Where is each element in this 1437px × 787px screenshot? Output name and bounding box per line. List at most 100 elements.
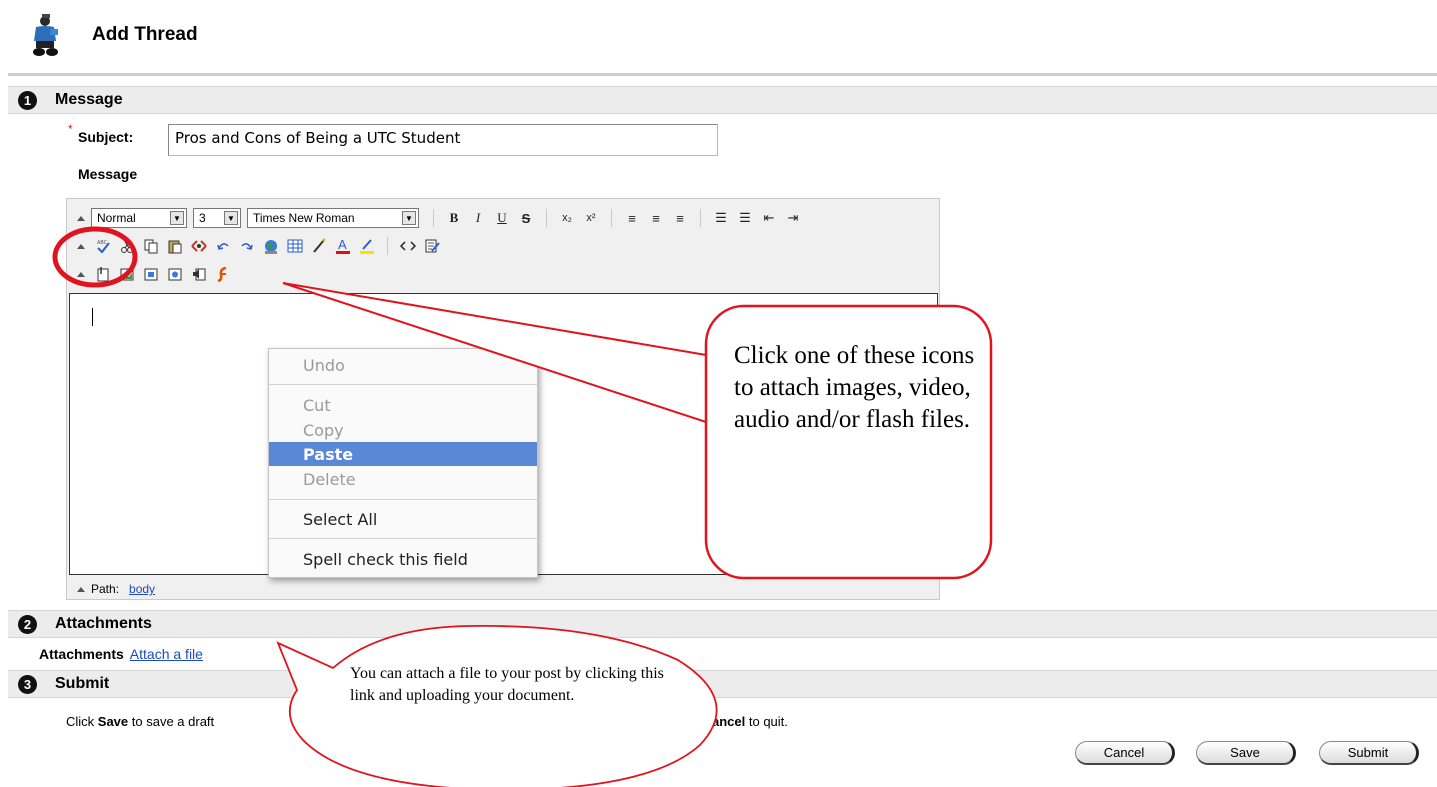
- edit-icon[interactable]: [422, 236, 442, 256]
- toolbar-divider: [387, 237, 388, 255]
- menu-item-paste[interactable]: Paste: [269, 442, 537, 466]
- copy-icon[interactable]: [141, 236, 161, 256]
- collapse-statusbar-icon[interactable]: [77, 586, 85, 592]
- menu-separator: [269, 499, 537, 500]
- menu-separator: [269, 538, 537, 539]
- flash-icon[interactable]: [213, 264, 233, 284]
- code-icon[interactable]: [398, 236, 418, 256]
- pen-icon[interactable]: [309, 236, 329, 256]
- page-header: Add Thread: [30, 10, 198, 60]
- ordered-list-button[interactable]: ☰: [711, 208, 731, 228]
- format-select[interactable]: Normal ▼: [91, 208, 187, 228]
- subscript-button[interactable]: x₂: [557, 208, 577, 228]
- section-title-message: Message: [55, 91, 123, 108]
- media-icon[interactable]: [141, 264, 161, 284]
- section-message: 1 Message: [8, 86, 1437, 114]
- menu-item-delete[interactable]: Delete: [269, 467, 537, 491]
- header-divider: [8, 73, 1437, 76]
- image-icon[interactable]: [117, 264, 137, 284]
- submit-instructions: Click Save to save a draft: [66, 714, 214, 729]
- toolbar-divider: [433, 209, 434, 227]
- user-icon: [30, 13, 62, 57]
- attach-file-icon[interactable]: [93, 264, 113, 284]
- collapse-toolbar-icon[interactable]: [77, 243, 85, 249]
- required-marker: *: [68, 122, 73, 136]
- save-button[interactable]: Save: [1196, 741, 1296, 765]
- path-body-link[interactable]: body: [129, 582, 155, 596]
- section-attachments: 2 Attachments: [8, 610, 1437, 638]
- align-right-button[interactable]: ≡: [670, 208, 690, 228]
- attachments-label: Attachments: [39, 646, 124, 662]
- link-icon[interactable]: [189, 236, 209, 256]
- toolbar-row-3: [67, 260, 235, 288]
- callout-text: Click one of these icons to attach image…: [734, 342, 975, 433]
- audio-icon[interactable]: [189, 264, 209, 284]
- path-label: Path:: [91, 582, 120, 596]
- menu-item-copy[interactable]: Copy: [269, 418, 537, 442]
- paste-icon[interactable]: [165, 236, 185, 256]
- context-menu: Undo Cut Copy Paste Delete Select All Sp…: [268, 348, 538, 578]
- cancel-button[interactable]: Cancel: [1075, 741, 1175, 765]
- step-number-2: 2: [18, 614, 37, 634]
- submit-instructions-tail: ancel to quit.: [712, 714, 788, 729]
- font-select[interactable]: Times New Roman ▼: [247, 208, 419, 228]
- instruction-text: Click: [66, 714, 98, 729]
- spellcheck-icon[interactable]: ABC: [93, 236, 113, 256]
- collapse-toolbar-icon[interactable]: [77, 271, 85, 277]
- indent-button[interactable]: ⇥: [783, 208, 803, 228]
- menu-item-undo[interactable]: Undo: [269, 353, 537, 377]
- chevron-down-icon: ▼: [402, 211, 416, 225]
- undo-icon[interactable]: [213, 236, 233, 256]
- align-left-button[interactable]: ≡: [622, 208, 642, 228]
- outdent-button[interactable]: ⇤: [759, 208, 779, 228]
- globe-icon[interactable]: [261, 236, 281, 256]
- menu-separator: [269, 384, 537, 385]
- text-caret: [92, 308, 93, 326]
- section-title-submit: Submit: [55, 675, 110, 692]
- size-select[interactable]: 3 ▼: [193, 208, 241, 228]
- chevron-down-icon: ▼: [224, 211, 238, 225]
- toolbar-divider: [700, 209, 701, 227]
- highlight-icon[interactable]: [357, 236, 377, 256]
- superscript-button[interactable]: x²: [581, 208, 601, 228]
- subject-label: Subject:: [78, 129, 134, 145]
- page-title: Add Thread: [92, 24, 198, 45]
- underline-button[interactable]: U: [492, 208, 512, 228]
- instruction-text: to quit.: [745, 714, 788, 729]
- menu-item-spell-check[interactable]: Spell check this field: [269, 547, 537, 571]
- align-center-button[interactable]: ≡: [646, 208, 666, 228]
- video-icon[interactable]: [165, 264, 185, 284]
- section-submit: 3 Submit: [8, 670, 1437, 698]
- menu-item-select-all[interactable]: Select All: [269, 507, 537, 531]
- unordered-list-button[interactable]: ☰: [735, 208, 755, 228]
- attachments-row: Attachments Attach a file: [39, 646, 203, 662]
- instruction-save-word: Save: [97, 714, 129, 729]
- redo-icon[interactable]: [237, 236, 257, 256]
- toolbar-divider: [546, 209, 547, 227]
- bold-button[interactable]: B: [444, 208, 464, 228]
- cut-icon[interactable]: [117, 236, 137, 256]
- editor-path-bar: Path: body: [67, 579, 155, 599]
- menu-item-cut[interactable]: Cut: [269, 393, 537, 417]
- strikethrough-button[interactable]: S: [516, 208, 536, 228]
- font-select-value: Times New Roman: [253, 211, 355, 225]
- step-number-3: 3: [18, 674, 37, 694]
- section-title-attachments: Attachments: [55, 615, 152, 632]
- toolbar-row-2: ABC A: [67, 232, 444, 260]
- svg-text:A: A: [338, 237, 347, 252]
- submit-button[interactable]: Submit: [1319, 741, 1419, 765]
- subject-input[interactable]: Pros and Cons of Being a UTC Student: [168, 124, 718, 156]
- attach-file-link[interactable]: Attach a file: [130, 646, 203, 662]
- collapse-toolbar-icon[interactable]: [77, 215, 85, 221]
- toolbar-divider: [611, 209, 612, 227]
- toolbar-row-1: Normal ▼ 3 ▼ Times New Roman ▼ B I U S x…: [67, 204, 805, 232]
- message-label: Message: [78, 166, 138, 182]
- chevron-down-icon: ▼: [170, 211, 184, 225]
- size-select-value: 3: [199, 211, 206, 225]
- instruction-text: to save a draft: [128, 714, 215, 729]
- instruction-cancel-word: ancel: [712, 714, 746, 729]
- italic-button[interactable]: I: [468, 208, 488, 228]
- font-color-icon[interactable]: A: [333, 236, 353, 256]
- step-number-1: 1: [18, 90, 37, 110]
- table-icon[interactable]: [285, 236, 305, 256]
